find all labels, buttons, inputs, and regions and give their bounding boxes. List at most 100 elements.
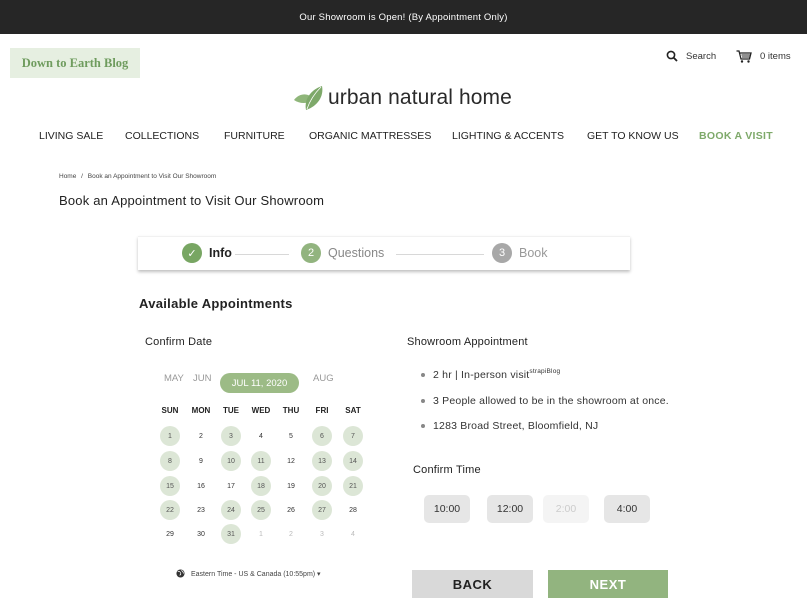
nav-item-furniture[interactable]: FURNITURE [224, 130, 285, 142]
nav-item-living-sale[interactable]: LIVING SALE [39, 130, 103, 142]
calendar-day[interactable]: 20 [312, 476, 332, 496]
calendar-day[interactable]: 21 [343, 476, 363, 496]
search-label: Search [686, 50, 717, 62]
detail-item: 3 People allowed to be in the showroom a… [421, 395, 669, 407]
calendar-day: 23 [197, 506, 205, 514]
step-questions-label: Questions [328, 246, 385, 260]
detail-item: 1283 Broad Street, Bloomfield, NJ [421, 420, 598, 432]
calendar-day[interactable]: 18 [251, 476, 271, 496]
detail-capacity: 3 People allowed to be in the showroom a… [433, 395, 669, 407]
calendar-day: 3 [320, 530, 324, 538]
weekday-label: SAT [345, 406, 361, 415]
nav-item-get-to-know-us[interactable]: GET TO KNOW US [587, 130, 679, 142]
calendar-day: 4 [351, 530, 355, 538]
nav-item-lighting-accents[interactable]: LIGHTING & ACCENTS [452, 130, 564, 142]
calendar-day[interactable]: 15 [160, 476, 180, 496]
month-selected[interactable]: JUL 11, 2020 [220, 373, 299, 393]
step-divider [235, 254, 289, 255]
breadcrumb: Home / Book an Appointment to Visit Our … [59, 173, 216, 180]
calendar-day[interactable]: 31 [221, 524, 241, 544]
check-icon: ✓ [182, 243, 202, 263]
calendar-day: 26 [287, 506, 295, 514]
weekday-label: THU [282, 406, 300, 415]
search-icon [666, 50, 678, 62]
calendar-day: 4 [259, 432, 263, 440]
calendar-day[interactable]: 3 [221, 426, 241, 446]
cart-icon [736, 50, 752, 63]
calendar-day[interactable]: 25 [251, 500, 271, 520]
bullet-icon [421, 424, 425, 428]
announcement-bar: Our Showroom is Open! (By Appointment On… [0, 0, 807, 34]
step-book[interactable]: 3 Book [492, 243, 548, 263]
step-info[interactable]: ✓ Info [182, 243, 232, 263]
weekday-label: MON [191, 406, 211, 415]
logo-text: urban natural home [328, 86, 512, 109]
month-may[interactable]: MAY [164, 373, 184, 384]
back-button[interactable]: BACK [412, 570, 533, 598]
site-logo[interactable]: urban natural home [292, 84, 512, 112]
weekday-label: SUN [161, 406, 179, 415]
calendar-day[interactable]: 14 [343, 451, 363, 471]
step-questions[interactable]: 2 Questions [301, 243, 384, 263]
nav-item-organic-mattresses[interactable]: ORGANIC MATTRESSES [309, 130, 431, 142]
calendar-day: 19 [287, 482, 295, 490]
bullet-icon [421, 372, 425, 377]
calendar-day[interactable]: 6 [312, 426, 332, 446]
detail-item: 2 hr | In-person visitstrapiBlog [421, 368, 560, 381]
calendar-day: 28 [349, 506, 357, 514]
cart-link[interactable]: 0 items [736, 50, 791, 63]
time-slot-2: 2:00 [543, 495, 589, 523]
appointment-title: Showroom Appointment [407, 336, 528, 348]
globe-icon [176, 569, 185, 578]
calendar-day: 5 [289, 432, 293, 440]
step-book-number: 3 [492, 243, 512, 263]
nav-item-collections[interactable]: COLLECTIONS [125, 130, 199, 142]
confirm-time-title: Confirm Time [413, 464, 481, 476]
calendar-day: 16 [197, 482, 205, 490]
time-slot-10[interactable]: 10:00 [424, 495, 470, 523]
calendar-day[interactable]: 11 [251, 451, 271, 471]
breadcrumb-home[interactable]: Home [59, 173, 76, 180]
weekday-label: TUE [223, 406, 239, 415]
search-link[interactable]: Search [666, 50, 716, 62]
calendar-day: 12 [287, 457, 295, 465]
detail-suffix: strapiBlog [529, 368, 561, 375]
leaf-icon [294, 86, 323, 110]
cart-label: 0 items [760, 51, 791, 62]
calendar-day: 2 [199, 432, 203, 440]
calendar-day[interactable]: 8 [160, 451, 180, 471]
nav-item-book-a-visit[interactable]: BOOK A VISIT [699, 130, 773, 142]
page-title: Book an Appointment to Visit Our Showroo… [59, 193, 325, 208]
calendar-day[interactable]: 7 [343, 426, 363, 446]
weekday-label: WED [251, 406, 271, 415]
timezone-label: Eastern Time - US & Canada (10:55pm) ▾ [191, 570, 321, 578]
main-nav: LIVING SALE COLLECTIONS FURNITURE ORGANI… [0, 130, 807, 144]
calendar-day: 17 [227, 482, 235, 490]
detail-duration: 2 hr | In-person visit [433, 369, 530, 381]
next-button[interactable]: NEXT [548, 570, 668, 598]
calendar-day[interactable]: 1 [160, 426, 180, 446]
timezone-selector[interactable]: Eastern Time - US & Canada (10:55pm) ▾ [176, 569, 321, 578]
breadcrumb-separator: / [81, 173, 83, 180]
blog-button[interactable]: Down to Earth Blog [10, 48, 140, 78]
calendar-day[interactable]: 10 [221, 451, 241, 471]
month-jun[interactable]: JUN [193, 373, 211, 384]
calendar-day[interactable]: 24 [221, 500, 241, 520]
booking-stepper: ✓ Info 2 Questions 3 Book [138, 236, 630, 270]
section-title: Available Appointments [139, 296, 293, 311]
calendar-day: 30 [197, 530, 205, 538]
weekday-label: FRI [315, 406, 329, 415]
calendar-day: 2 [289, 530, 293, 538]
calendar-day: 29 [166, 530, 174, 538]
step-questions-number: 2 [301, 243, 321, 263]
time-slot-12[interactable]: 12:00 [487, 495, 533, 523]
step-divider [396, 254, 484, 255]
month-aug[interactable]: AUG [313, 373, 334, 384]
detail-address: 1283 Broad Street, Bloomfield, NJ [433, 420, 599, 432]
calendar-day[interactable]: 22 [160, 500, 180, 520]
time-slot-4[interactable]: 4:00 [604, 495, 650, 523]
calendar-day[interactable]: 13 [312, 451, 332, 471]
step-info-label: Info [209, 246, 232, 260]
blog-button-label: Down to Earth Blog [21, 55, 129, 70]
calendar-day[interactable]: 27 [312, 500, 332, 520]
